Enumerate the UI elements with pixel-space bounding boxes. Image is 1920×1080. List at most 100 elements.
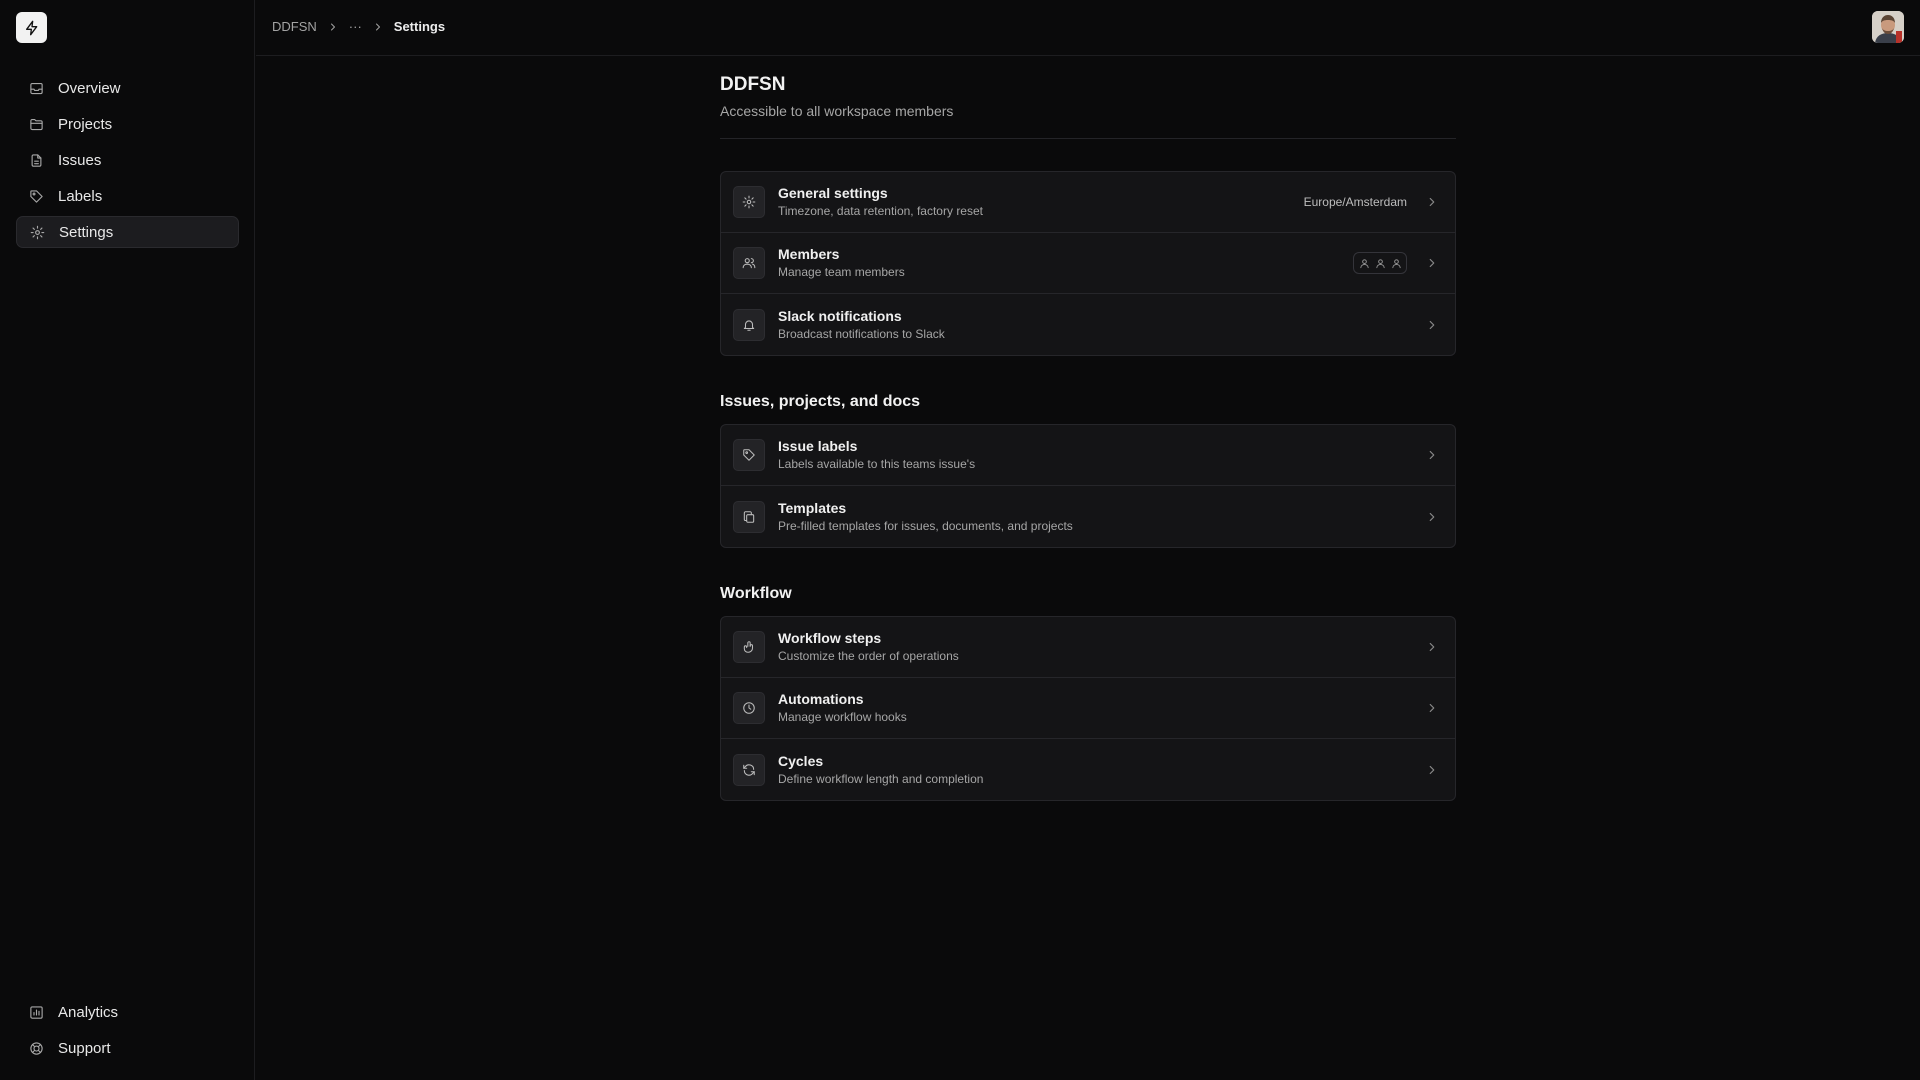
row-text: Templates Pre-filled templates for issue… bbox=[778, 500, 1425, 534]
sidebar-item-label: Issues bbox=[58, 151, 102, 169]
sidebar-item-label: Projects bbox=[58, 115, 113, 133]
copy-icon bbox=[743, 510, 755, 523]
timezone-value: Europe/Amsterdam bbox=[1303, 195, 1407, 209]
chevron-right-icon bbox=[1429, 197, 1435, 207]
row-text: General settings Timezone, data retentio… bbox=[778, 185, 1304, 219]
row-icon bbox=[733, 753, 765, 786]
app-logo[interactable] bbox=[16, 12, 47, 43]
issues-card: Issue labels Labels available to this te… bbox=[720, 424, 1456, 548]
sidebar-item-issues[interactable]: Issues bbox=[16, 144, 239, 176]
row-description: Manage workflow hooks bbox=[778, 710, 907, 724]
row-text: Issue labels Labels available to this te… bbox=[778, 438, 1425, 472]
gear-icon bbox=[742, 195, 756, 209]
section-title-workflow: Workflow bbox=[720, 585, 792, 602]
row-text: Members Manage team members bbox=[778, 246, 1353, 280]
issue-labels-row[interactable]: Issue labels Labels available to this te… bbox=[721, 425, 1455, 486]
user-icon bbox=[1375, 258, 1385, 268]
chevron-right-icon bbox=[1429, 512, 1435, 521]
breadcrumb-current: Settings bbox=[393, 19, 446, 34]
workflow-card: Workflow steps Customize the order of op… bbox=[720, 616, 1456, 801]
row-description: Customize the order of operations bbox=[778, 649, 959, 663]
row-title: Slack notifications bbox=[778, 307, 902, 324]
general-settings-card: General settings Timezone, data retentio… bbox=[720, 171, 1456, 356]
user-icon bbox=[1359, 258, 1369, 268]
users-icon bbox=[742, 258, 756, 269]
row-icon bbox=[733, 247, 765, 279]
settings-content: DDFSN Accessible to all workspace member… bbox=[720, 72, 1456, 801]
sidebar-item-projects[interactable]: Projects bbox=[16, 108, 239, 140]
folder-icon bbox=[30, 118, 43, 130]
chevron-right-icon bbox=[1429, 320, 1435, 329]
row-icon bbox=[733, 692, 765, 724]
row-description: Pre-filled templates for issues, documen… bbox=[778, 518, 1073, 533]
row-description: Define workflow length and completion bbox=[778, 771, 984, 786]
row-icon bbox=[733, 308, 765, 341]
row-description: Broadcast notifications to Slack bbox=[778, 326, 945, 341]
sidebar-item-label: Analytics bbox=[58, 1003, 119, 1021]
member-avatar bbox=[1389, 256, 1403, 270]
breadcrumb-ellipsis[interactable]: ··· bbox=[349, 19, 362, 34]
templates-row[interactable]: Templates Pre-filled templates for issue… bbox=[721, 486, 1455, 547]
clock-icon bbox=[743, 702, 755, 714]
file-icon bbox=[31, 153, 42, 167]
lifebuoy-icon bbox=[30, 1041, 43, 1055]
sidebar: Overview Projects Issues Labels Settings… bbox=[0, 0, 255, 1080]
sidebar-item-labels[interactable]: Labels bbox=[16, 180, 239, 212]
chevron-right-icon bbox=[1429, 765, 1435, 774]
hand-pointer-icon bbox=[743, 641, 754, 653]
row-description: Manage team members bbox=[778, 265, 905, 279]
row-icon bbox=[733, 186, 765, 218]
row-title: Cycles bbox=[778, 752, 824, 769]
row-description: Timezone, data retention, factory reset bbox=[778, 204, 983, 218]
user-icon bbox=[1391, 258, 1401, 268]
row-title: Templates bbox=[778, 499, 847, 516]
inbox-icon bbox=[30, 82, 43, 94]
row-icon bbox=[733, 631, 765, 663]
row-title: Issue labels bbox=[778, 438, 858, 454]
page-title: DDFSN bbox=[720, 74, 786, 95]
tag-icon bbox=[743, 449, 755, 461]
chevron-right-icon bbox=[1429, 642, 1435, 652]
row-text: Slack notifications Broadcast notificati… bbox=[778, 308, 1425, 342]
chevron-right-icon bbox=[1429, 450, 1435, 460]
member-avatar bbox=[1357, 256, 1371, 270]
breadcrumb-root[interactable]: DDFSN bbox=[272, 19, 317, 34]
members-row[interactable]: Members Manage team members bbox=[721, 233, 1455, 294]
chevron-right-icon bbox=[375, 23, 380, 30]
row-title: Workflow steps bbox=[778, 630, 882, 646]
cycles-row[interactable]: Cycles Define workflow length and comple… bbox=[721, 739, 1455, 800]
row-icon bbox=[733, 500, 765, 533]
slack-notifications-row[interactable]: Slack notifications Broadcast notificati… bbox=[721, 294, 1455, 355]
refresh-icon bbox=[743, 763, 755, 776]
tag-icon bbox=[30, 189, 43, 203]
lightning-icon bbox=[25, 20, 37, 35]
sidebar-item-label: Settings bbox=[59, 223, 114, 241]
sidebar-item-label: Overview bbox=[58, 79, 121, 97]
general-settings-row[interactable]: General settings Timezone, data retentio… bbox=[721, 172, 1455, 233]
user-avatar-icon bbox=[1872, 11, 1904, 43]
sidebar-item-analytics[interactable]: Analytics bbox=[16, 996, 239, 1028]
chart-icon bbox=[30, 1005, 43, 1019]
row-text: Workflow steps Customize the order of op… bbox=[778, 630, 1425, 664]
row-text: Cycles Define workflow length and comple… bbox=[778, 753, 1425, 787]
automations-row[interactable]: Automations Manage workflow hooks bbox=[721, 678, 1455, 739]
section-title-issues: Issues, projects, and docs bbox=[720, 393, 921, 410]
bell-icon bbox=[743, 319, 755, 331]
row-icon bbox=[733, 439, 765, 471]
divider bbox=[720, 138, 1456, 139]
sidebar-item-support[interactable]: Support bbox=[16, 1032, 239, 1064]
sidebar-item-settings[interactable]: Settings bbox=[16, 216, 239, 248]
row-text: Automations Manage workflow hooks bbox=[778, 691, 1425, 725]
sidebar-item-overview[interactable]: Overview bbox=[16, 72, 239, 104]
member-avatar bbox=[1373, 256, 1387, 270]
avatar[interactable] bbox=[1872, 11, 1904, 43]
chevron-right-icon bbox=[1429, 703, 1435, 713]
workflow-steps-row[interactable]: Workflow steps Customize the order of op… bbox=[721, 617, 1455, 678]
chevron-right-icon bbox=[1429, 258, 1435, 268]
row-title: General settings bbox=[778, 185, 888, 201]
chevron-right-icon bbox=[330, 23, 335, 30]
gear-icon bbox=[30, 225, 45, 239]
topbar: DDFSN ··· Settings bbox=[256, 0, 1920, 56]
row-title: Members bbox=[778, 246, 840, 262]
sidebar-bottom-nav: Analytics Support bbox=[16, 996, 239, 1068]
